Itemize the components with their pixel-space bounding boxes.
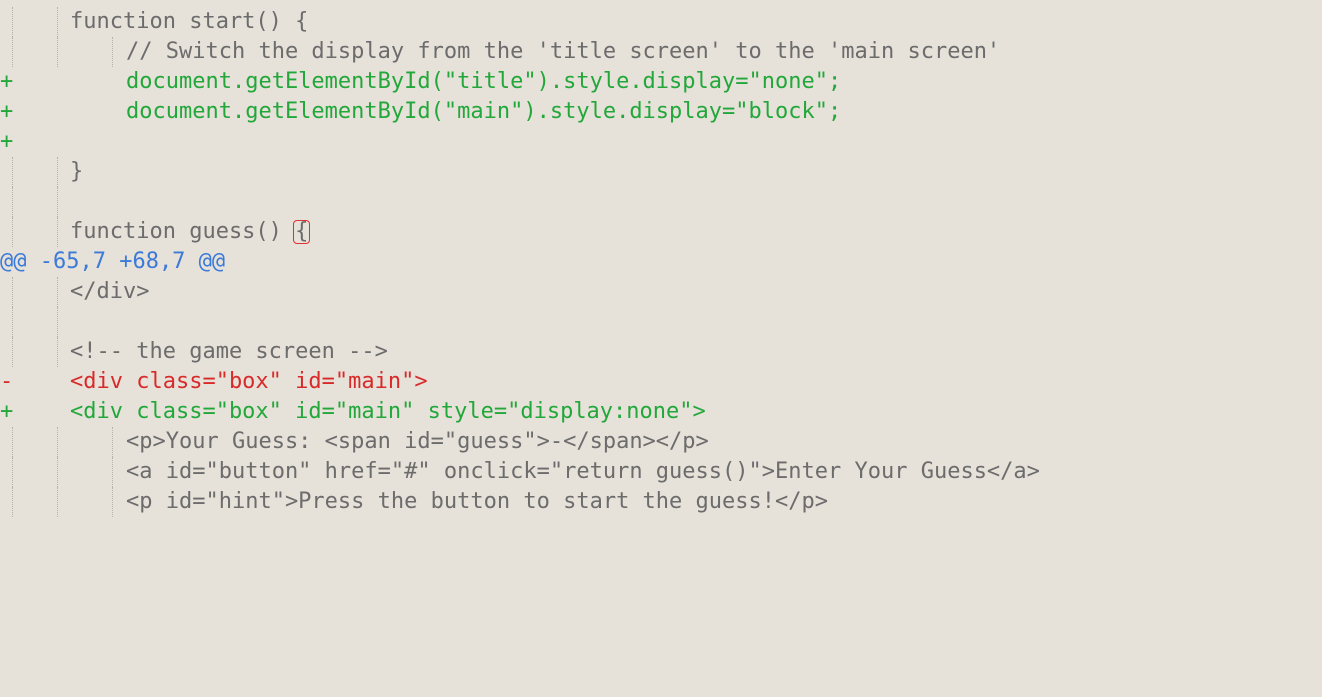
diff-line-added[interactable]: + document.getElementById("title").style… [0, 67, 1322, 97]
code-text: // Switch the display from the 'title sc… [126, 39, 1001, 64]
diff-marker: + [0, 99, 14, 124]
code-text: <div class="box" id="main" style="displa… [70, 399, 706, 424]
diff-line-context[interactable] [0, 187, 1322, 217]
diff-marker: - [0, 369, 14, 394]
code-text-segment: function guess() [70, 219, 296, 244]
diff-line-context[interactable]: function guess() { [0, 217, 1322, 247]
code-text: } [70, 159, 84, 184]
diff-marker: + [0, 399, 14, 424]
code-text: </div> [70, 279, 150, 304]
diff-line-context[interactable]: <p>Your Guess: <span id="guess">-</span>… [0, 427, 1322, 457]
diff-marker: + [0, 69, 14, 94]
diff-line-context[interactable]: } [0, 157, 1322, 187]
code-text: function start() { [70, 9, 309, 34]
code-text: <!-- the game screen --> [70, 339, 388, 364]
diff-line-added[interactable]: + <div class="box" id="main" style="disp… [0, 397, 1322, 427]
code-text: <p>Your Guess: <span id="guess">-</span>… [126, 429, 709, 454]
diff-line-context[interactable]: <!-- the game screen --> [0, 337, 1322, 367]
diff-line-context[interactable]: <p id="hint">Press the button to start t… [0, 487, 1322, 517]
matching-brace-highlight: { [293, 219, 311, 244]
code-text: document.getElementById("main").style.di… [126, 99, 842, 124]
diff-line-added[interactable]: + [0, 127, 1322, 157]
code-text: document.getElementById("title").style.d… [126, 69, 842, 94]
hunk-range: @@ -65,7 +68,7 @@ [0, 249, 226, 274]
diff-line-context[interactable]: function start() { [0, 7, 1322, 37]
code-text: function guess() { [70, 217, 311, 247]
code-text: <p id="hint">Press the button to start t… [126, 489, 828, 514]
code-text: <a id="button" href="#" onclick="return … [126, 459, 1040, 484]
diff-line-removed[interactable]: - <div class="box" id="main"> [0, 367, 1322, 397]
diff-marker: + [0, 129, 14, 154]
diff-line-context[interactable] [0, 307, 1322, 337]
diff-line-context[interactable]: <a id="button" href="#" onclick="return … [0, 457, 1322, 487]
diff-line-added[interactable]: + document.getElementById("main").style.… [0, 97, 1322, 127]
diff-line-context[interactable]: </div> [0, 277, 1322, 307]
diff-view[interactable]: function start() { // Switch the display… [0, 0, 1322, 544]
diff-hunk-header[interactable]: @@ -65,7 +68,7 @@ [0, 247, 1322, 277]
code-text: <div class="box" id="main"> [70, 369, 428, 394]
diff-line-context[interactable]: // Switch the display from the 'title sc… [0, 37, 1322, 67]
